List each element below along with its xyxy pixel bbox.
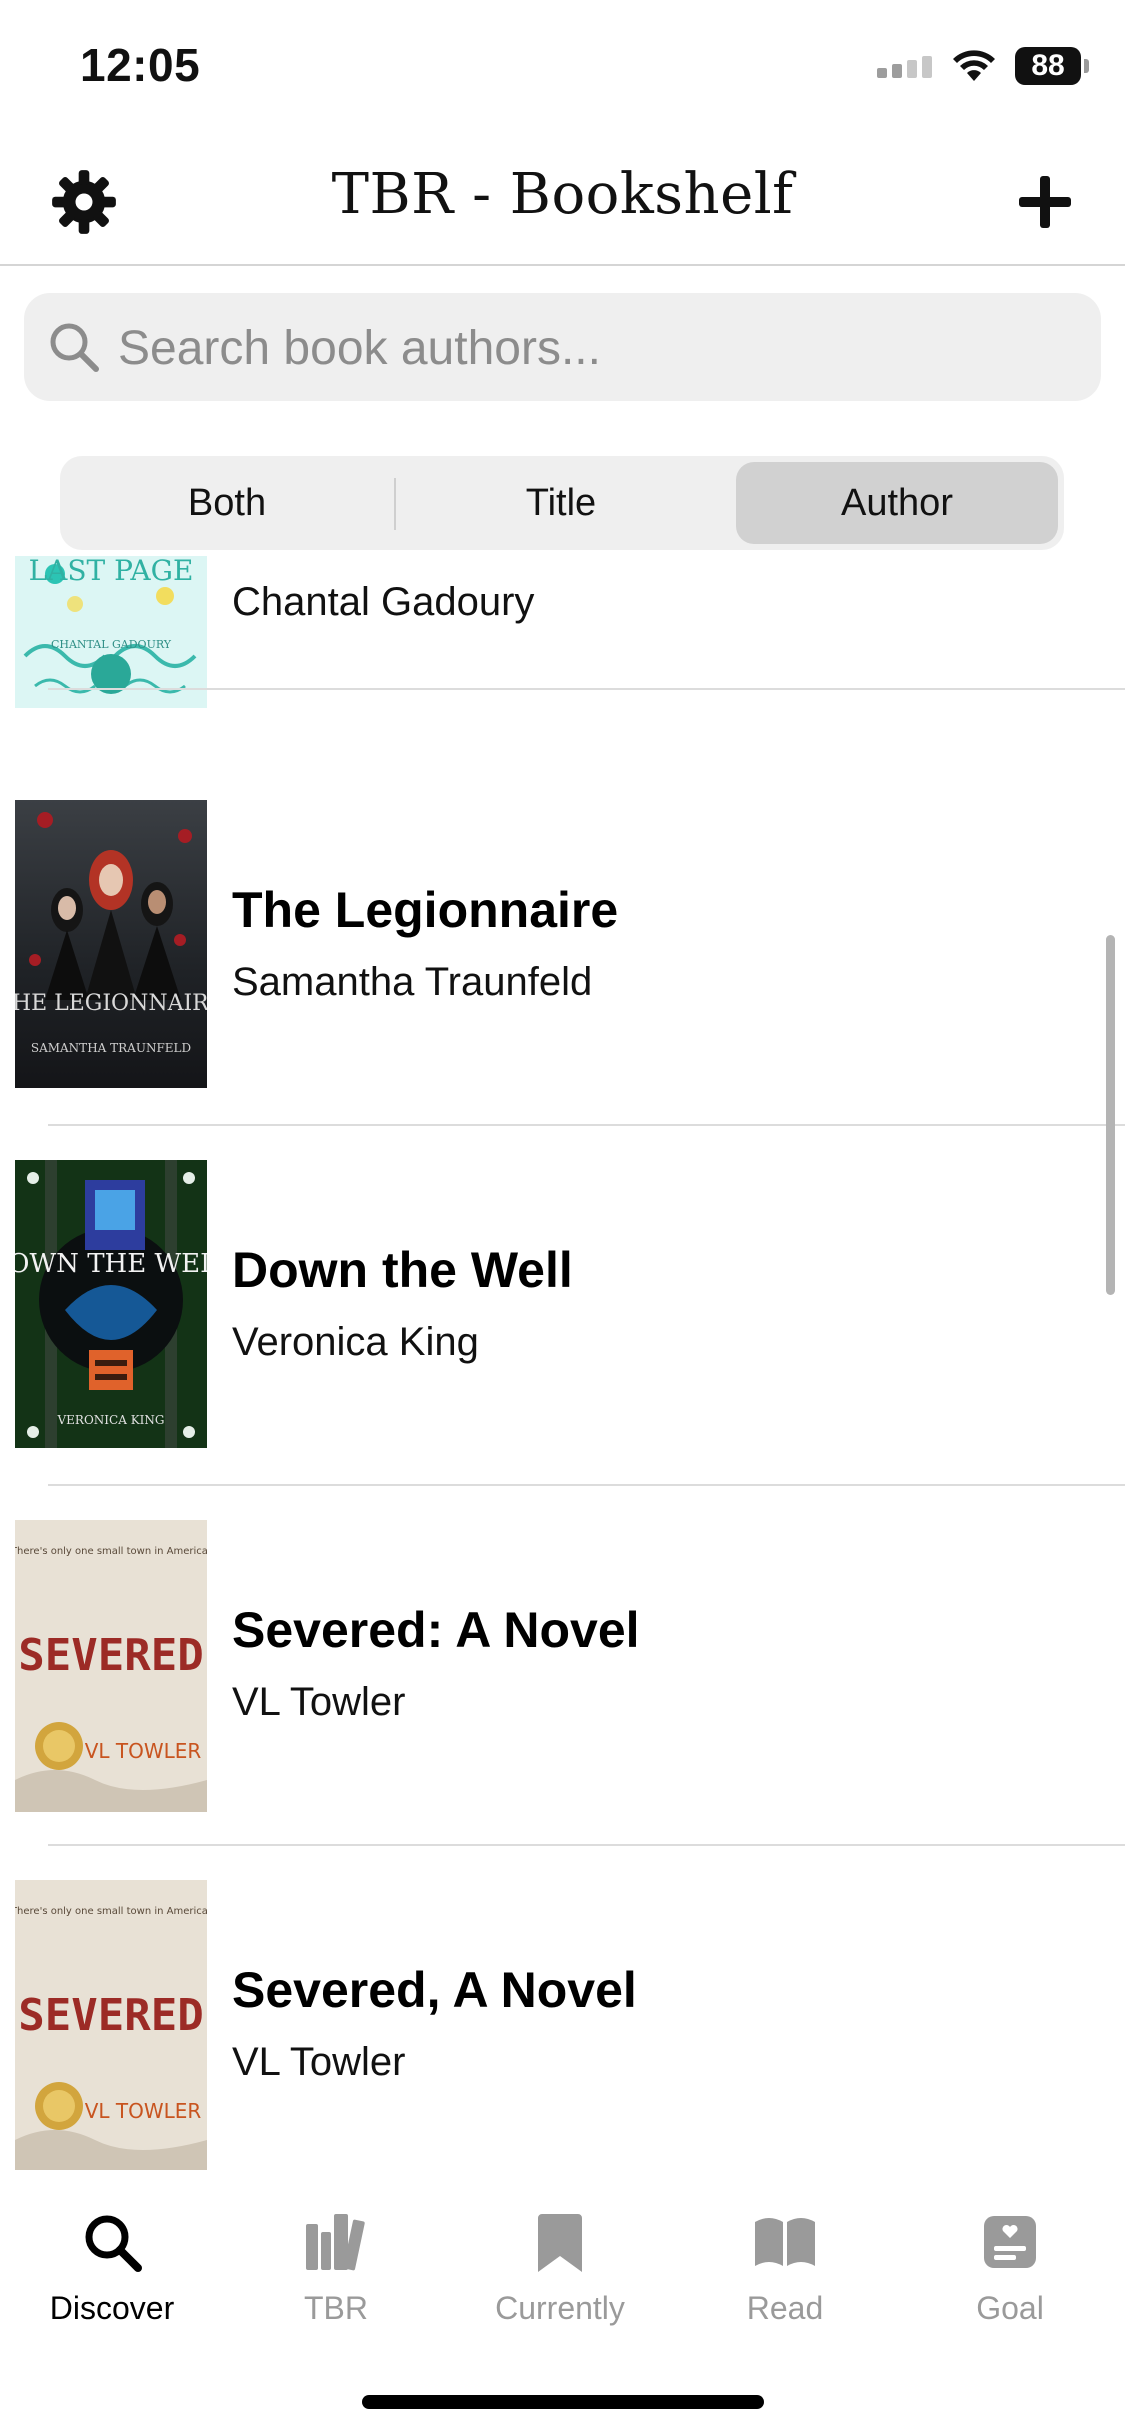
list-item[interactable]: LAST PAGE CHANTAL GADOURY Chantal Gadour… <box>0 556 1125 742</box>
segment-divider <box>394 478 396 530</box>
book-title: Severed: A Novel <box>232 1602 640 1658</box>
list-item[interactable]: THE LEGIONNAIRE SAMANTHA TRAUNFELD The L… <box>0 778 1125 1138</box>
book-cover-image: DOWN THE WELL VERONICA KING <box>15 1160 207 1448</box>
search-icon <box>85 2215 142 2272</box>
tab-tbr[interactable]: TBR <box>236 2210 436 2360</box>
list-item[interactable]: DOWN THE WELL VERONICA KING Down the Wel… <box>0 1138 1125 1498</box>
row-divider <box>48 1124 1125 1126</box>
tab-currently[interactable]: Currently <box>460 2210 660 2360</box>
row-divider <box>48 1484 1125 1486</box>
book-title: The Legionnaire <box>232 882 619 938</box>
book-title: Severed, A Novel <box>232 1962 637 2018</box>
book-author: Veronica King <box>232 1320 479 1364</box>
segment-author[interactable]: Author <box>736 462 1058 544</box>
cover-title: DOWN THE WELL <box>15 1249 207 1279</box>
book-author: VL Towler <box>232 2040 406 2084</box>
cover-title: SEVERED <box>18 1990 203 2041</box>
battery-icon: 88 <box>1015 47 1089 85</box>
cover-tagline: There's only one small town in America. <box>15 1546 207 1557</box>
battery-level: 88 <box>1031 49 1065 82</box>
list-item[interactable]: There's only one small town in America. … <box>0 1858 1125 2170</box>
home-indicator[interactable] <box>362 2395 764 2409</box>
navigation-bar: TBR - Bookshelf <box>0 140 1125 266</box>
plus-icon[interactable] <box>1013 170 1077 234</box>
cover-author: CHANTAL GADOURY <box>51 638 172 651</box>
book-cover-image: THE LEGIONNAIRE SAMANTHA TRAUNFELD <box>15 800 207 1088</box>
status-bar: 12:05 88 <box>0 0 1125 140</box>
book-author: Samantha Traunfeld <box>232 960 593 1004</box>
list-item[interactable]: There's only one small town in America. … <box>0 1498 1125 1858</box>
cover-title: SEVERED <box>18 1630 203 1681</box>
cover-title: THE LEGIONNAIRE <box>15 991 207 1016</box>
scroll-indicator[interactable] <box>1106 935 1115 1295</box>
book-list[interactable]: LAST PAGE CHANTAL GADOURY Chantal Gadour… <box>0 556 1125 2170</box>
book-author: VL Towler <box>232 1680 406 1724</box>
search-icon <box>50 323 99 372</box>
cover-title: LAST PAGE <box>29 556 194 587</box>
tab-discover[interactable]: Discover <box>12 2210 212 2360</box>
open-book-icon <box>755 2218 815 2266</box>
tab-label: Goal <box>976 2290 1044 2326</box>
tab-goal[interactable]: Goal <box>910 2210 1110 2360</box>
book-cover-image: There's only one small town in America. … <box>15 1880 207 2170</box>
search-bar[interactable] <box>24 293 1101 401</box>
row-divider <box>48 1844 1125 1846</box>
book-author: Chantal Gadoury <box>232 580 535 624</box>
cover-author: VL TOWLER <box>85 2099 202 2123</box>
status-time: 12:05 <box>80 39 201 91</box>
tab-label: Discover <box>49 2290 175 2326</box>
cellular-signal-icon <box>877 56 932 78</box>
tab-read[interactable]: Read <box>685 2210 885 2360</box>
book-title: Down the Well <box>232 1242 573 1298</box>
status-icons: 88 <box>877 46 1089 86</box>
cover-tagline: There's only one small town in America. <box>15 1906 207 1917</box>
cover-author: VERONICA KING <box>57 1413 165 1427</box>
segment-both[interactable]: Both <box>66 462 388 544</box>
cover-author: SAMANTHA TRAUNFELD <box>31 1041 191 1055</box>
cover-author: VL TOWLER <box>85 1739 202 1763</box>
tab-label: Currently <box>495 2290 625 2326</box>
book-cover-image: LAST PAGE CHANTAL GADOURY <box>15 556 207 708</box>
book-cover-image: There's only one small town in America. … <box>15 1520 207 1812</box>
books-icon <box>306 2214 365 2271</box>
wifi-icon <box>953 50 995 81</box>
segment-title[interactable]: Title <box>400 462 722 544</box>
tab-label: Read <box>746 2290 824 2326</box>
goal-note-icon <box>984 2216 1036 2268</box>
tab-label: TBR <box>304 2290 368 2326</box>
row-divider <box>48 688 1125 690</box>
page-title: TBR - Bookshelf <box>331 162 794 227</box>
search-scope-segmented-control: Both Title Author <box>60 456 1064 550</box>
search-input[interactable] <box>116 311 1080 385</box>
bookmark-icon <box>538 2214 582 2272</box>
